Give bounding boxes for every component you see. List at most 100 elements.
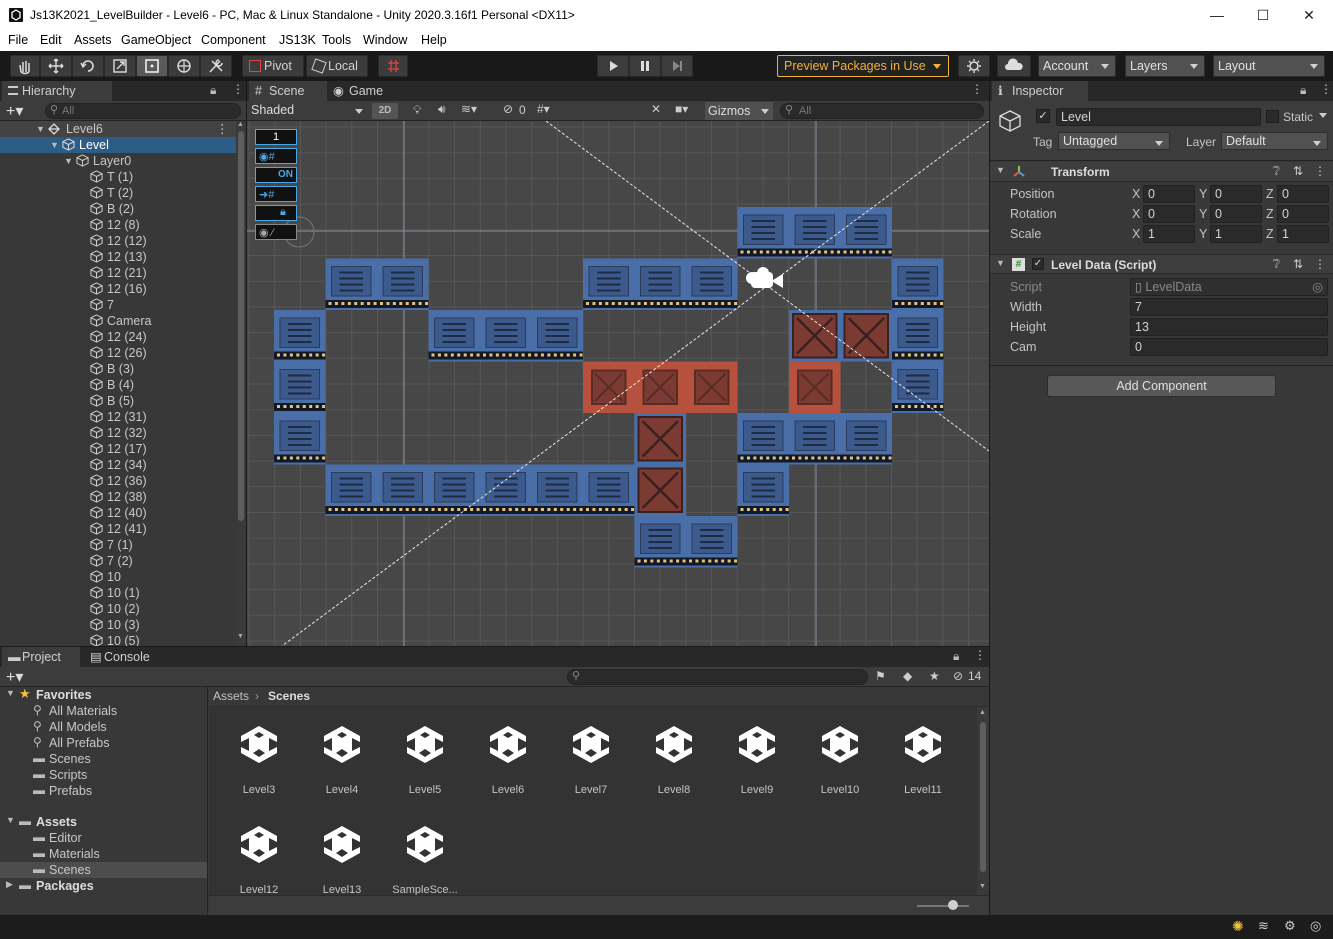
scroll-down-icon[interactable]: ▼ <box>979 883 986 890</box>
favorite-item[interactable]: All Materials <box>49 703 117 719</box>
search-by-label-icon[interactable]: ◆ <box>903 669 912 683</box>
scene-asset[interactable]: Level3 <box>224 718 294 796</box>
favorite-item[interactable]: All Prefabs <box>49 735 109 751</box>
scene-more-icon[interactable]: ⋮ <box>971 82 983 96</box>
active-checkbox[interactable]: ✓ <box>1036 109 1050 123</box>
camera-icon[interactable]: ■▾ <box>675 102 688 116</box>
search-by-type-icon[interactable]: ⚑ <box>875 669 886 683</box>
hierarchy-item[interactable]: 10 (2) <box>0 601 236 617</box>
hierarchy-item[interactable]: 12 (40) <box>0 505 236 521</box>
play-button[interactable] <box>597 55 629 77</box>
object-name-field[interactable]: Level <box>1056 108 1261 126</box>
transform-tool-button[interactable] <box>168 55 200 77</box>
hierarchy-item[interactable]: 12 (38) <box>0 489 236 505</box>
transform-scale-x-field[interactable]: 1 <box>1143 225 1195 243</box>
scene-asset[interactable]: Level8 <box>639 718 709 796</box>
axis-x-label[interactable]: X <box>1132 187 1140 201</box>
static-dropdown-icon[interactable] <box>1319 113 1327 122</box>
tab-game[interactable]: ◉ Game <box>329 81 399 101</box>
menu-help[interactable]: Help <box>421 33 447 47</box>
scrollbar-thumb[interactable] <box>238 131 244 521</box>
shading-mode-dropdown[interactable]: Shaded <box>247 101 367 120</box>
asset-grid-scrollbar[interactable]: ▲ ▼ <box>977 708 989 895</box>
scroll-up-icon[interactable]: ▲ <box>979 709 986 716</box>
scrollbar-thumb[interactable] <box>980 722 986 872</box>
hierarchy-item[interactable]: 12 (36) <box>0 473 236 489</box>
scene-asset[interactable]: Level13 <box>307 818 377 895</box>
lock-icon[interactable]: 🔒︎ <box>1300 83 1306 98</box>
hierarchy-item[interactable]: 10 (1) <box>0 585 236 601</box>
tab-console[interactable]: ▤ Console <box>84 647 170 667</box>
transform-scale-z-field[interactable]: 1 <box>1277 225 1329 243</box>
asset-folder-item[interactable]: Materials <box>49 846 100 862</box>
help-icon[interactable]: ❔︎ <box>1273 257 1280 272</box>
hierarchy-item[interactable]: 12 (21) <box>0 265 236 281</box>
hierarchy-item[interactable]: B (2) <box>0 201 236 217</box>
icon-size-slider-thumb[interactable] <box>948 900 958 910</box>
favorites-star-icon[interactable]: ★ <box>929 669 940 683</box>
hierarchy-item[interactable]: 12 (31) <box>0 409 236 425</box>
preview-packages-button[interactable]: Preview Packages in Use <box>777 55 949 77</box>
grid-snap-button[interactable] <box>378 55 408 77</box>
presets-icon[interactable]: ⇅ <box>1293 164 1303 178</box>
lighting-status-icon[interactable]: ✺ <box>1232 918 1244 935</box>
debug-icon[interactable]: ⚙ <box>1284 918 1296 934</box>
favorite-item[interactable]: Scripts <box>49 767 87 783</box>
scene-asset[interactable]: Level9 <box>722 718 792 796</box>
axis-y-label[interactable]: Y <box>1199 207 1207 221</box>
script-reference-field[interactable]: ▯ LevelData ◎ <box>1130 278 1328 296</box>
script-component-header[interactable]: ▼ # ✓ Level Data (Script) ❔︎ ⇅ ⋮ <box>990 254 1333 274</box>
object-picker-icon[interactable]: ◎ <box>1312 279 1323 295</box>
transform-rotation-x-field[interactable]: 0 <box>1143 205 1195 223</box>
step-button[interactable] <box>661 55 693 77</box>
scene-menu-icon[interactable]: ⋮ <box>216 121 229 137</box>
layout-dropdown[interactable]: Layout <box>1213 55 1325 77</box>
scene-asset[interactable]: Level10 <box>805 718 875 796</box>
audio-icon[interactable]: 🔊︎ <box>438 102 446 117</box>
axis-y-label[interactable]: Y <box>1199 187 1207 201</box>
axis-x-label[interactable]: X <box>1132 227 1140 241</box>
hierarchy-item[interactable]: 10 <box>0 569 236 585</box>
component-menu-icon[interactable]: ⋮ <box>1314 257 1326 271</box>
axis-z-label[interactable]: Z <box>1266 227 1274 241</box>
axis-z-label[interactable]: Z <box>1266 207 1274 221</box>
on-toggle[interactable]: ON <box>255 167 297 183</box>
transform-rotation-z-field[interactable]: 0 <box>1277 205 1329 223</box>
local-toggle[interactable]: Local <box>306 55 368 77</box>
scene-search-input[interactable]: ⚲ All <box>780 103 984 119</box>
height-field[interactable]: 13 <box>1130 318 1328 336</box>
transform-position-y-field[interactable]: 0 <box>1210 185 1262 203</box>
hierarchy-item[interactable]: 12 (32) <box>0 425 236 441</box>
menu-edit[interactable]: Edit <box>40 33 62 47</box>
transform-scale-y-field[interactable]: 1 <box>1210 225 1262 243</box>
add-icon[interactable]: +▾ <box>6 101 23 121</box>
hierarchy-item-layer0[interactable]: ▼ Layer0 <box>0 153 236 169</box>
transform-rotation-y-field[interactable]: 0 <box>1210 205 1262 223</box>
scene-asset[interactable]: Level4 <box>307 718 377 796</box>
width-field[interactable]: 7 <box>1130 298 1328 316</box>
breadcrumb-scenes[interactable]: Scenes <box>268 689 310 703</box>
hierarchy-item[interactable]: 12 (26) <box>0 345 236 361</box>
favorite-item[interactable]: Prefabs <box>49 783 92 799</box>
favorite-item[interactable]: All Models <box>49 719 107 735</box>
cam-field[interactable]: 0 <box>1130 338 1328 356</box>
asset-folder-item[interactable]: Scenes <box>49 862 91 878</box>
static-checkbox[interactable] <box>1266 110 1279 123</box>
menu-component[interactable]: Component <box>201 33 266 47</box>
menu-js13k[interactable]: JS13K <box>279 33 316 47</box>
axis-y-label[interactable]: Y <box>1199 227 1207 241</box>
hidden-packages-icon[interactable]: ⊘ <box>953 669 963 683</box>
maximize-button[interactable]: ☐ <box>1240 0 1286 31</box>
services-button[interactable] <box>958 55 990 77</box>
minimize-button[interactable]: — <box>1194 0 1240 31</box>
hierarchy-item[interactable]: 12 (17) <box>0 441 236 457</box>
project-search-input[interactable]: ⚲ <box>567 669 868 685</box>
favorite-item[interactable]: Scenes <box>49 751 91 767</box>
scroll-down-icon[interactable]: ▼ <box>237 633 244 640</box>
favorites-header[interactable]: Favorites <box>36 687 92 703</box>
menu-file[interactable]: File <box>8 33 28 47</box>
transform-position-x-field[interactable]: 0 <box>1143 185 1195 203</box>
tools-icon[interactable]: ✕ <box>651 102 661 116</box>
cache-server-icon[interactable]: ≋ <box>1258 918 1269 934</box>
hierarchy-item[interactable]: 7 (2) <box>0 553 236 569</box>
